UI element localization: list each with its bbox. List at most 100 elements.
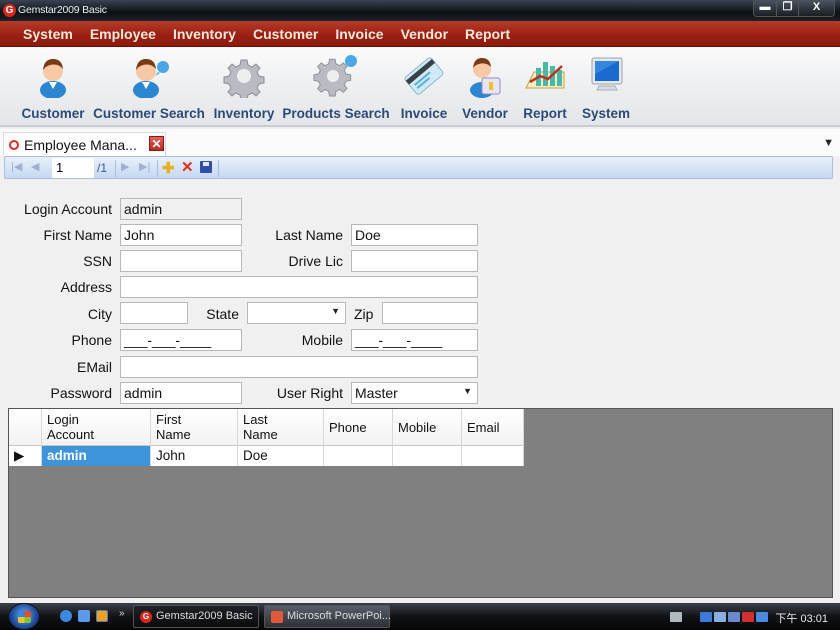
media-player-icon[interactable] (96, 610, 108, 622)
windows-logo-icon (18, 611, 31, 623)
volume-tray-icon[interactable] (728, 612, 740, 622)
toolbar-label: Customer (21, 106, 85, 121)
first-record-icon[interactable]: |◀ (11, 160, 22, 173)
mobile-field[interactable]: ___-___-____ (351, 329, 478, 351)
security-tray-icon[interactable] (742, 612, 754, 622)
password-label: Password (50, 385, 112, 401)
password-field[interactable]: admin (120, 382, 242, 404)
quick-launch-more-icon[interactable]: » (119, 608, 125, 619)
cell-email[interactable] (462, 446, 524, 466)
previous-record-icon[interactable]: ◀ (31, 160, 39, 173)
zip-field[interactable] (382, 302, 478, 324)
first-name-field[interactable]: John (120, 224, 242, 246)
start-button[interactable] (8, 603, 40, 630)
clock[interactable]: 下午 03:01 (775, 610, 828, 626)
address-field[interactable] (120, 276, 478, 298)
window-controls: ▬ ❐ X (753, 0, 835, 17)
grid-header: Login Account First Name Last Name Phone Mo… (9, 409, 524, 446)
column-header-mobile[interactable]: Mobile (393, 409, 462, 446)
chevron-down-icon: ▼ (331, 306, 340, 316)
toolbar-label: System (581, 106, 631, 121)
phone-label: Phone (71, 332, 112, 348)
delete-record-icon[interactable]: ✕ (181, 158, 194, 176)
login-account-label: Login Account (24, 201, 112, 217)
toolbar-label: Inventory (213, 106, 275, 121)
menu-vendor[interactable]: Vendor (401, 26, 448, 42)
column-header-first-name[interactable]: First Name (151, 409, 238, 446)
chevron-down-icon: ▼ (463, 386, 472, 396)
window-title: Gemstar2009 Basic (18, 4, 107, 16)
column-header-email[interactable]: Email (462, 409, 524, 446)
keyboard-tray-icon[interactable] (670, 612, 682, 622)
toolbar-vendor-button[interactable]: Vendor (457, 47, 513, 125)
menu-customer[interactable]: Customer (253, 26, 318, 42)
cell-phone[interactable] (324, 446, 393, 466)
table-row[interactable]: ▶ admin John Doe (9, 446, 524, 466)
close-button[interactable]: X (798, 0, 834, 16)
maximize-button[interactable]: ❐ (776, 0, 798, 16)
tab-close-icon[interactable]: ✕ (149, 136, 164, 151)
cell-first-name[interactable]: John (151, 446, 238, 466)
minimize-button[interactable]: ▬ (754, 0, 776, 16)
report-chart-icon (525, 62, 565, 89)
last-name-field[interactable]: Doe (351, 224, 478, 246)
column-header-login-account[interactable]: Login Account (42, 409, 151, 446)
title-bar: G Gemstar2009 Basic ▬ ❐ X (0, 0, 840, 21)
row-indicator-icon[interactable]: ▶ (9, 446, 42, 466)
menu-bar: System Employee Inventory Customer Invoi… (0, 21, 840, 47)
menu-system[interactable]: System (23, 26, 73, 42)
state-select[interactable]: ▼ (247, 302, 346, 324)
city-field[interactable] (120, 302, 188, 324)
next-record-icon[interactable]: ▶ (121, 160, 129, 173)
drive-lic-label: Drive Lic (288, 253, 343, 269)
invoice-card-icon (404, 57, 444, 95)
column-header-last-name[interactable]: Last Name (238, 409, 324, 446)
login-account-field[interactable]: admin (120, 198, 242, 220)
toolbar-customer-button[interactable]: Customer (20, 47, 86, 125)
zip-label: Zip (354, 306, 374, 322)
toolbar-customer-search-button[interactable]: Customer Search (93, 47, 205, 125)
column-header-phone[interactable]: Phone (324, 409, 393, 446)
taskbar-powerpoint-button[interactable]: Microsoft PowerPoi... (264, 605, 391, 628)
taskbar-gemstar-button[interactable]: G Gemstar2009 Basic (133, 605, 259, 628)
drive-lic-field[interactable] (351, 250, 478, 272)
phone-field[interactable]: ___-___-____ (120, 329, 242, 351)
internet-explorer-icon[interactable] (60, 610, 72, 622)
vendor-icon (470, 58, 501, 98)
cell-mobile[interactable] (393, 446, 462, 466)
record-position-input[interactable]: 1 (52, 158, 94, 178)
add-record-icon[interactable]: ✚ (162, 159, 175, 177)
toolbar-label: Customer Search (93, 106, 205, 121)
address-label: Address (60, 279, 112, 295)
tab-overflow-icon[interactable]: ▼ (823, 137, 834, 149)
cell-login-account[interactable]: admin (42, 446, 151, 466)
toolbar-label: Report (523, 106, 567, 121)
update-tray-icon[interactable] (756, 612, 768, 622)
quick-launch-app-icon[interactable] (78, 610, 90, 622)
toolbar-inventory-button[interactable]: Inventory (212, 47, 276, 125)
save-record-icon[interactable] (200, 161, 212, 173)
gear-icon (223, 59, 265, 98)
monitor-icon (591, 57, 623, 91)
network-tray-icon[interactable] (714, 612, 726, 622)
last-record-icon[interactable]: ▶| (139, 160, 150, 173)
tab-employee-management[interactable]: Employee Mana... ✕ (3, 132, 166, 156)
last-name-label: Last Name (275, 227, 343, 243)
toolbar-report-button[interactable]: Report (519, 47, 571, 125)
ssn-field[interactable] (120, 250, 242, 272)
menu-employee[interactable]: Employee (90, 26, 156, 42)
toolbar-label: Products Search (282, 106, 390, 121)
toolbar-system-button[interactable]: System (578, 47, 634, 125)
record-count: /1 (97, 161, 108, 175)
menu-inventory[interactable]: Inventory (173, 26, 236, 42)
cell-last-name[interactable]: Doe (238, 446, 324, 466)
menu-invoice[interactable]: Invoice (335, 26, 383, 42)
messenger-tray-icon[interactable] (700, 612, 712, 622)
toolbar-invoice-button[interactable]: Invoice (397, 47, 451, 125)
email-field[interactable] (120, 356, 478, 378)
toolbar-products-search-button[interactable]: Products Search (282, 47, 390, 125)
ssn-label: SSN (83, 253, 112, 269)
menu-report[interactable]: Report (465, 26, 510, 42)
app-logo-icon: G (3, 4, 16, 17)
user-right-select[interactable]: Master ▼ (351, 382, 478, 404)
